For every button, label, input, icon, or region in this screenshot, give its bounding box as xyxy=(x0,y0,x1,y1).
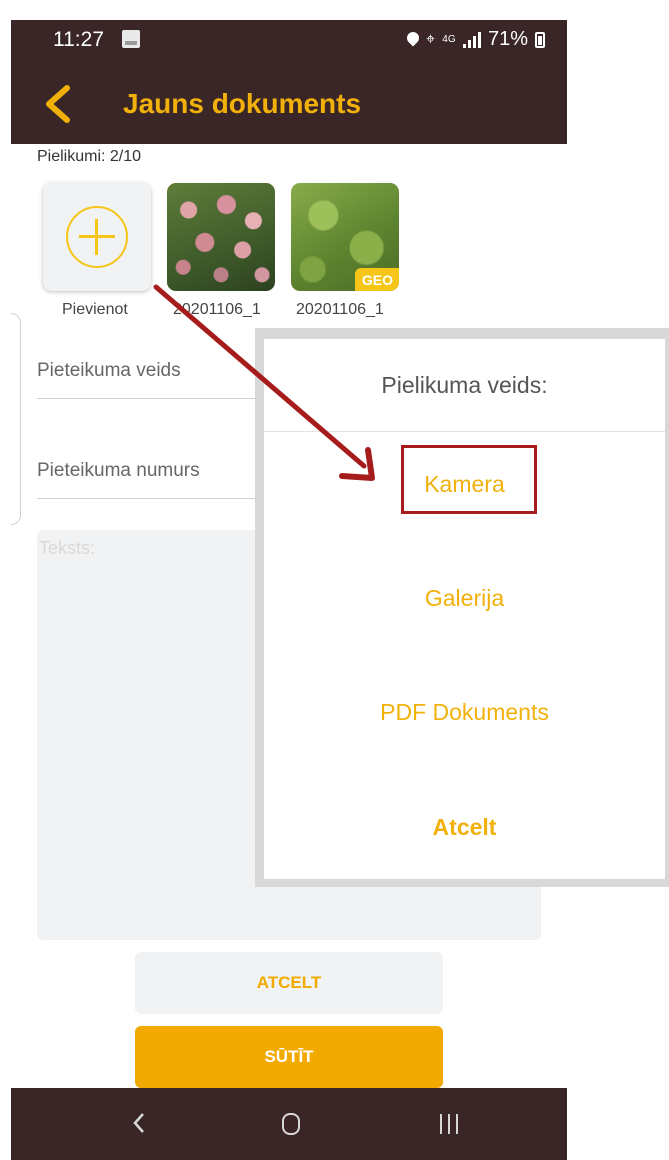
dialog-title: Pielikuma veids: xyxy=(264,339,665,432)
cancel-button[interactable]: ATCELT xyxy=(135,952,443,1014)
status-time: 11:27 xyxy=(53,28,104,51)
attachment-type-dialog: Pielikuma veids: Kamera Galerija PDF Dok… xyxy=(264,339,665,879)
add-attachment-label: Pievienot xyxy=(62,301,128,318)
location-icon xyxy=(404,29,422,46)
page-title: Jauns dokuments xyxy=(123,88,362,119)
status-indicators: ⌖ 4G 71% xyxy=(404,28,545,51)
status-bar: 11:27 ⌖ 4G 71% xyxy=(11,20,567,64)
request-type-field[interactable]: Pieteikuma veids xyxy=(37,348,267,399)
wifi-icon: ⌖ xyxy=(425,30,435,48)
attachment-2-label: 20201106_1 xyxy=(296,301,384,318)
battery-icon xyxy=(535,31,545,48)
nav-recent-apps-icon[interactable] xyxy=(440,1114,458,1134)
attachment-thumbnail-1[interactable] xyxy=(167,183,275,291)
battery-level: 71% xyxy=(487,28,528,50)
geo-badge: GEO xyxy=(354,268,399,291)
add-circle-icon xyxy=(66,206,128,268)
form-bracket xyxy=(11,313,21,525)
attachment-count: Pielikumi: 2/10 xyxy=(37,148,142,165)
app-bar: Jauns dokuments xyxy=(11,64,567,144)
navigation-bar xyxy=(11,1088,567,1160)
network-type-icon: 4G xyxy=(442,33,456,45)
request-number-field[interactable]: Pieteikuma numurs xyxy=(37,448,267,499)
add-attachment-button[interactable] xyxy=(43,183,151,291)
request-number-placeholder: Pieteikuma numurs xyxy=(37,460,200,481)
camera-highlight-box xyxy=(401,445,537,514)
pdf-document-option[interactable]: PDF Dokuments xyxy=(264,682,665,742)
attachment-thumbnail-2[interactable]: GEO xyxy=(291,183,399,291)
text-placeholder: Teksts: xyxy=(39,538,96,558)
gallery-option[interactable]: Galerija xyxy=(264,568,665,628)
nav-home-icon[interactable] xyxy=(282,1113,300,1135)
dialog-cancel-button[interactable]: Atcelt xyxy=(264,797,665,857)
attachment-1-label: 20201106_1 xyxy=(173,301,261,318)
back-arrow-icon[interactable] xyxy=(41,84,77,124)
nav-back-icon[interactable] xyxy=(129,1108,149,1138)
gallery-notification-icon xyxy=(122,30,140,48)
request-type-placeholder: Pieteikuma veids xyxy=(37,360,181,381)
signal-icon xyxy=(462,31,481,48)
send-button[interactable]: SŪTĪT xyxy=(135,1026,443,1088)
